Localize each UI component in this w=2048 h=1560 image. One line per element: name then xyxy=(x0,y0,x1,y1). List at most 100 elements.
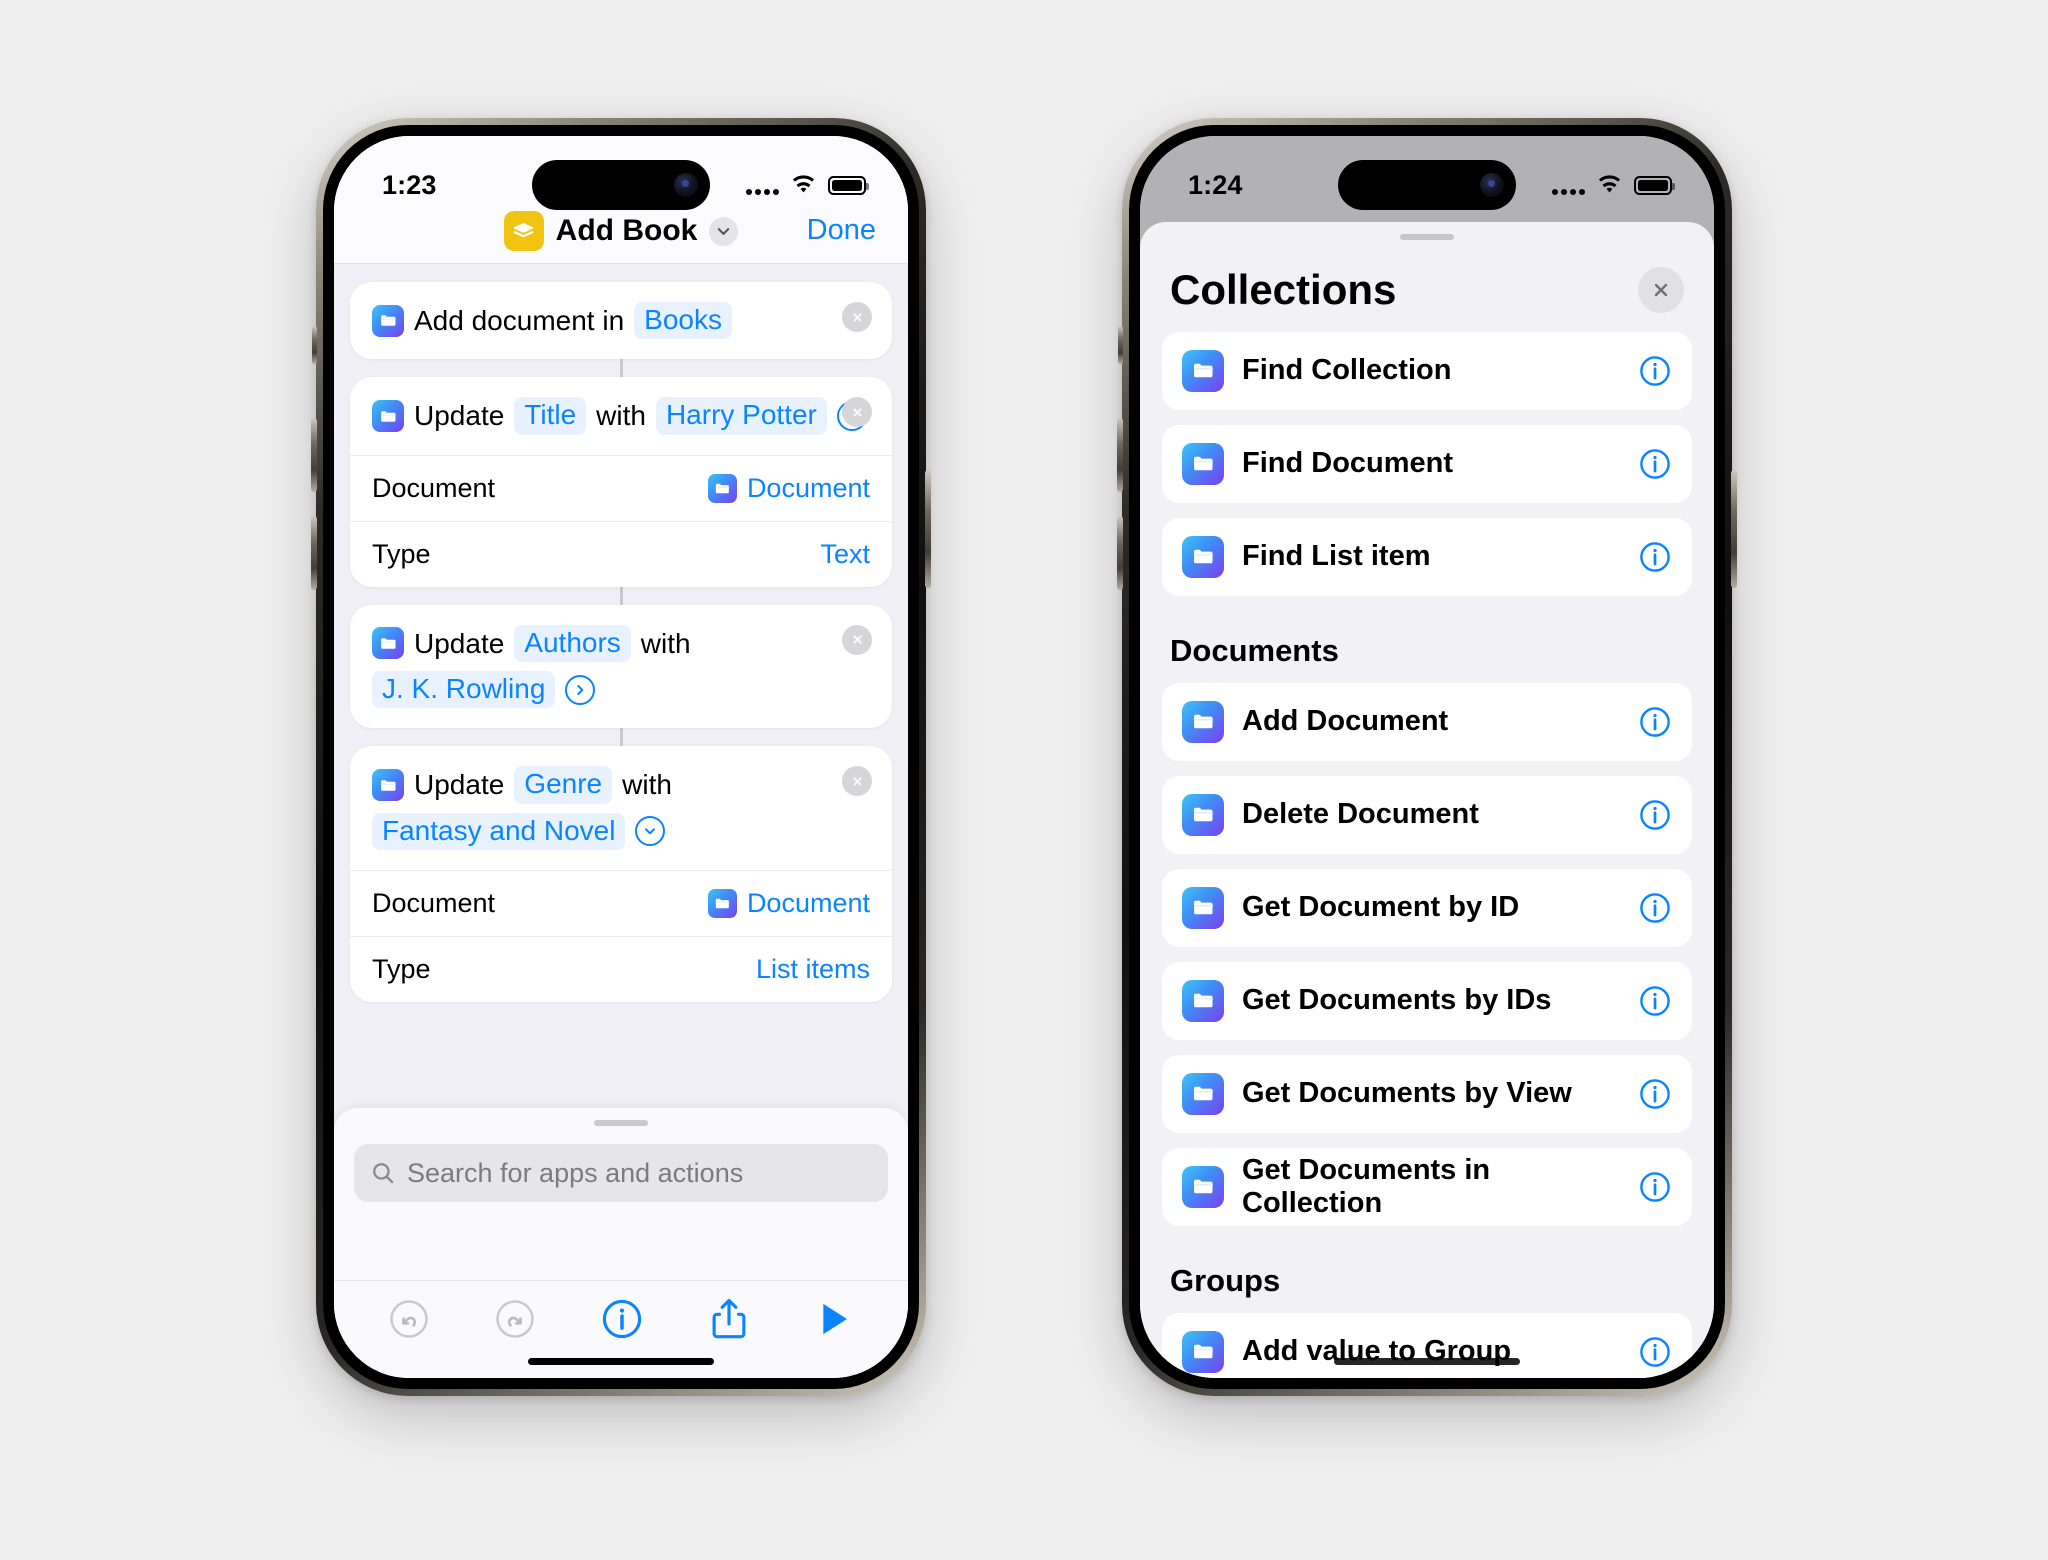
document-app-icon xyxy=(372,400,404,433)
param-value-text[interactable]: Text xyxy=(820,539,870,570)
list-item[interactable]: Find Collection xyxy=(1162,331,1692,410)
action-token-harry-potter[interactable]: Harry Potter xyxy=(655,397,827,435)
action-token-authors[interactable]: Authors xyxy=(514,624,631,663)
chevron-down-circle-icon[interactable] xyxy=(635,816,666,847)
sheet-grabber[interactable] xyxy=(594,1120,648,1126)
list-item[interactable]: Add Document xyxy=(1162,682,1692,761)
info-circle-icon[interactable] xyxy=(1638,705,1672,739)
search-input[interactable]: Search for apps and actions xyxy=(354,1144,888,1202)
redo-icon[interactable] xyxy=(494,1298,536,1340)
undo-icon[interactable] xyxy=(388,1298,430,1340)
volume-up-button[interactable] xyxy=(1117,418,1123,492)
info-circle-icon[interactable] xyxy=(1638,540,1672,574)
param-value-text[interactable]: List items xyxy=(756,954,870,985)
action-header[interactable]: Update Title with Harry Potter xyxy=(350,377,892,454)
info-circle-icon[interactable] xyxy=(1638,798,1672,832)
chevron-right-circle-icon[interactable] xyxy=(565,674,596,705)
list-item[interactable]: Find Document xyxy=(1162,424,1692,503)
info-circle-icon[interactable] xyxy=(1638,1335,1672,1369)
done-button[interactable]: Done xyxy=(807,214,876,247)
wifi-icon xyxy=(790,175,817,195)
action-card-update-title[interactable]: Update Title with Harry Potter Document … xyxy=(350,377,892,587)
document-app-icon xyxy=(1182,700,1224,743)
param-row-type[interactable]: Type List items xyxy=(350,936,892,1002)
action-card-update-authors[interactable]: Update Authors with J. K. Rowling xyxy=(350,604,892,729)
info-circle-icon[interactable] xyxy=(1638,984,1672,1018)
close-circle-icon[interactable] xyxy=(842,766,872,797)
close-circle-icon[interactable] xyxy=(842,397,872,428)
action-token-books[interactable]: Books xyxy=(634,302,732,340)
action-connector xyxy=(619,728,623,747)
battery-icon xyxy=(828,175,869,195)
power-button[interactable] xyxy=(925,470,931,588)
list-item-label: Get Documents by IDs xyxy=(1242,984,1552,1017)
actions-list[interactable]: Find Collection Find Document Find List … xyxy=(1140,331,1714,1378)
close-icon[interactable] xyxy=(1638,266,1684,313)
document-app-icon xyxy=(372,627,404,660)
action-token-jk-rowling[interactable]: J. K. Rowling xyxy=(372,671,556,709)
info-circle-icon[interactable] xyxy=(1638,354,1672,388)
info-circle-icon[interactable] xyxy=(1638,1170,1672,1204)
wifi-icon xyxy=(1596,175,1623,195)
action-text-update: Update xyxy=(414,400,505,432)
action-search-sheet: Search for apps and actions xyxy=(334,1108,908,1378)
close-circle-icon[interactable] xyxy=(842,624,872,655)
list-item-label: Find Collection xyxy=(1242,354,1452,387)
list-item[interactable]: Get Documents by IDs xyxy=(1162,961,1692,1040)
param-value-text: Document xyxy=(746,472,870,503)
list-item[interactable]: Delete Document xyxy=(1162,775,1692,854)
action-card-update-genre[interactable]: Update Genre with Fantasy and Novel Docu… xyxy=(350,746,892,1003)
action-card-add-document[interactable]: Add document in Books xyxy=(350,282,892,360)
home-indicator xyxy=(1334,1358,1520,1365)
right-phone-bezel: 1:24 Collections Find Collection Find Do… xyxy=(1129,125,1725,1389)
param-row-type[interactable]: Type Text xyxy=(350,520,892,587)
info-circle-icon[interactable] xyxy=(1638,1077,1672,1111)
home-indicator xyxy=(528,1358,714,1365)
chevron-down-icon[interactable] xyxy=(709,216,739,246)
volume-up-button[interactable] xyxy=(311,418,317,492)
silent-switch[interactable] xyxy=(312,326,317,364)
info-circle-icon[interactable] xyxy=(1638,891,1672,925)
action-token-fantasy-and-novel[interactable]: Fantasy and Novel xyxy=(372,812,626,851)
share-icon[interactable] xyxy=(708,1296,750,1342)
modal-header: Collections xyxy=(1140,240,1714,332)
list-item[interactable]: Add value to Group xyxy=(1162,1312,1692,1378)
close-circle-icon[interactable] xyxy=(842,302,872,332)
action-token-genre[interactable]: Genre xyxy=(514,766,613,804)
list-item-label: Delete Document xyxy=(1242,798,1479,831)
status-time: 1:23 xyxy=(382,169,437,200)
action-header[interactable]: Update Genre with Fantasy and Novel xyxy=(350,746,892,870)
play-icon[interactable] xyxy=(814,1298,854,1340)
action-token-title[interactable]: Title xyxy=(514,397,587,435)
list-item[interactable]: Get Documents in Collection xyxy=(1162,1147,1692,1226)
silent-switch[interactable] xyxy=(1118,326,1123,364)
param-row-document[interactable]: Document Document xyxy=(350,870,892,936)
list-item-label: Add Document xyxy=(1242,705,1449,738)
volume-down-button[interactable] xyxy=(311,516,317,590)
list-item-label: Find Document xyxy=(1242,447,1454,480)
shortcut-name: Add Book xyxy=(555,214,698,247)
collections-picker-modal: Collections Find Collection Find Documen… xyxy=(1140,222,1714,1378)
list-item[interactable]: Get Document by ID xyxy=(1162,868,1692,947)
document-app-icon xyxy=(707,473,737,503)
status-indicators xyxy=(1552,175,1675,195)
document-app-icon xyxy=(1182,1072,1224,1115)
volume-down-button[interactable] xyxy=(1117,516,1123,590)
action-header[interactable]: Update Authors with J. K. Rowling xyxy=(350,605,892,729)
action-header[interactable]: Add document in Books xyxy=(350,282,892,359)
param-value[interactable]: Document xyxy=(707,472,870,504)
shortcut-title-group[interactable]: Add Book xyxy=(503,211,739,251)
action-text-with: with xyxy=(640,627,691,659)
document-app-icon xyxy=(1182,979,1224,1022)
list-item[interactable]: Find List item xyxy=(1162,517,1692,596)
search-placeholder: Search for apps and actions xyxy=(407,1157,744,1188)
document-app-icon xyxy=(1182,349,1224,392)
signal-dots-icon xyxy=(746,175,779,195)
info-circle-icon[interactable] xyxy=(1638,447,1672,481)
param-label: Document xyxy=(372,888,496,919)
list-item[interactable]: Get Documents by View xyxy=(1162,1054,1692,1133)
param-row-document[interactable]: Document Document xyxy=(350,454,892,521)
param-value[interactable]: Document xyxy=(707,888,870,919)
info-circle-icon[interactable] xyxy=(600,1297,644,1341)
power-button[interactable] xyxy=(1731,470,1737,588)
